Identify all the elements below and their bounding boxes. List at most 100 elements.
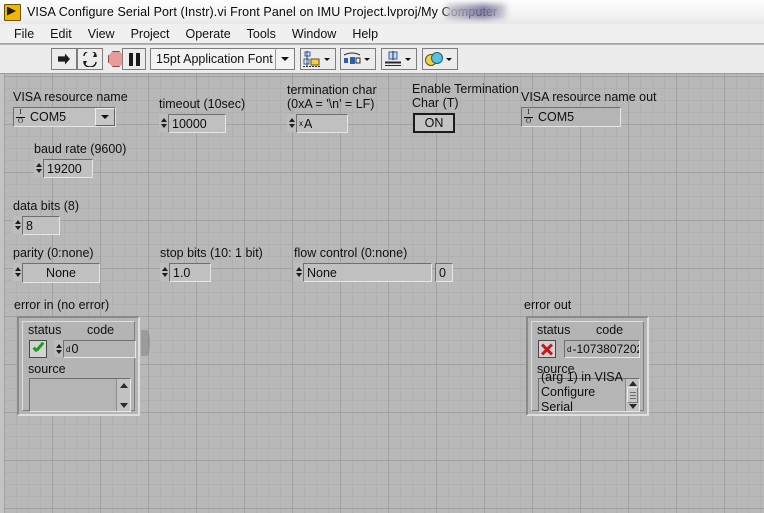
visa-resource-name-control[interactable]: VISA resource name IO COM5: [13, 90, 128, 127]
termination-char-value: A: [304, 116, 313, 131]
timeout-field[interactable]: 10000: [168, 114, 226, 133]
flow-control-field-group[interactable]: None 0: [294, 263, 453, 282]
data-bits-label: data bits (8): [13, 199, 80, 213]
flow-control-control[interactable]: flow control (0:none) None 0: [294, 246, 453, 282]
parity-spinner[interactable]: [13, 263, 22, 281]
flow-control-ring-field[interactable]: None: [303, 263, 432, 282]
chevron-down-icon: [101, 115, 109, 119]
error-out-code-value: -1073807202: [572, 342, 639, 356]
menu-item-file[interactable]: File: [6, 26, 42, 42]
flow-control-numeric-field[interactable]: 0: [435, 263, 453, 282]
resize-objects-button[interactable]: [381, 48, 417, 70]
error-in-cluster[interactable]: error in (no error): [14, 298, 109, 312]
baud-rate-label: baud rate (9600): [34, 142, 127, 156]
menu-item-project[interactable]: Project: [123, 26, 178, 42]
baud-rate-field[interactable]: 19200: [43, 159, 93, 178]
termination-char-label-line2: (0xA = '\n' = LF): [287, 97, 375, 111]
error-in-source-scrollbar[interactable]: [116, 379, 130, 411]
pause-button[interactable]: [122, 48, 146, 70]
visa-io-icon: IO: [16, 108, 25, 125]
toolbar: 15pt Application Font: [0, 45, 764, 74]
enable-termination-char-control[interactable]: Enable Termination Char (T) ON: [412, 82, 519, 133]
termination-char-spinner[interactable]: [287, 114, 296, 132]
termination-char-radix: x: [299, 119, 303, 128]
visa-resource-name-dropdown-button[interactable]: [95, 108, 115, 126]
menu-item-view[interactable]: View: [80, 26, 123, 42]
error-in-label: error in (no error): [14, 298, 110, 312]
scroll-up-icon[interactable]: [626, 379, 639, 388]
error-in-status-label: status: [28, 323, 62, 337]
visa-resource-name-value: COM5: [30, 110, 67, 124]
menu-item-help[interactable]: Help: [344, 26, 386, 42]
baud-rate-value: 19200: [47, 161, 82, 176]
panel-left-margin: [0, 74, 4, 513]
chevron-down-icon: [405, 57, 411, 61]
error-in-code-spinner[interactable]: [54, 340, 63, 357]
parity-field-group[interactable]: None: [13, 263, 100, 283]
data-bits-field-group[interactable]: 8: [13, 216, 79, 235]
termination-char-field-group[interactable]: x A: [287, 114, 377, 133]
termination-char-label-line1: termination char: [287, 83, 377, 97]
error-out-source-box[interactable]: (arg 1) in VISA Configure Serial Port (I…: [538, 370, 640, 412]
error-in-status-led[interactable]: [29, 340, 47, 358]
error-out-code-label: code: [596, 323, 624, 337]
visa-resource-name-field[interactable]: IO COM5: [13, 107, 116, 127]
scroll-down-icon[interactable]: [117, 399, 130, 411]
data-bits-value: 8: [26, 218, 33, 233]
menu-item-operate[interactable]: Operate: [177, 26, 238, 42]
termination-char-field[interactable]: x A: [296, 114, 348, 133]
chevron-down-icon: [281, 57, 289, 61]
scroll-up-icon[interactable]: [117, 379, 130, 391]
error-in-code-radix: d: [66, 344, 71, 354]
enable-termination-char-button[interactable]: ON: [413, 113, 455, 133]
reorder-button[interactable]: [422, 48, 458, 70]
data-bits-spinner[interactable]: [13, 216, 22, 234]
error-out-source-value: (arg 1) in VISA Configure Serial Port (I…: [541, 370, 623, 411]
menu-item-window[interactable]: Window: [284, 26, 344, 42]
stop-bits-control[interactable]: stop bits (10: 1 bit) 1.0: [160, 246, 263, 282]
error-in-code-field-group[interactable]: d 0: [54, 340, 136, 358]
enable-termination-char-label-line2: Char (T): [412, 96, 459, 110]
baud-rate-field-group[interactable]: 19200: [34, 159, 126, 178]
error-in-code-value: 0: [71, 342, 79, 356]
titlebar-obscured-region: [446, 4, 506, 19]
error-in-cluster-shadow: [141, 330, 150, 356]
error-in-source-value: [30, 379, 116, 411]
flow-control-numeric-value: 0: [439, 265, 446, 280]
error-out-cluster-frame: status code d -1073807202 source (arg 1)…: [526, 316, 649, 416]
parity-value: None: [46, 266, 76, 280]
timeout-spinner[interactable]: [159, 114, 168, 132]
data-bits-control[interactable]: data bits (8) 8: [13, 199, 79, 235]
error-in-source-box[interactable]: [29, 378, 131, 412]
error-out-code-radix: d: [567, 344, 572, 354]
parity-field[interactable]: None: [22, 263, 100, 283]
visa-resource-name-out-field: IO COM5: [521, 107, 621, 127]
run-continuously-button[interactable]: [77, 48, 103, 70]
baud-rate-control[interactable]: baud rate (9600) 19200: [34, 142, 126, 178]
font-selector-value: 15pt Application Font: [156, 52, 273, 66]
baud-rate-spinner[interactable]: [34, 159, 43, 177]
stop-bits-spinner[interactable]: [160, 263, 169, 281]
flow-control-spinner[interactable]: [294, 263, 303, 281]
menu-item-edit[interactable]: Edit: [42, 26, 80, 42]
data-bits-field[interactable]: 8: [22, 216, 60, 235]
run-arrow-icon: [58, 53, 70, 65]
align-objects-button[interactable]: [300, 48, 336, 70]
stop-bits-field-group[interactable]: 1.0: [160, 263, 263, 282]
error-out-source-scrollbar[interactable]: [625, 379, 639, 412]
menu-item-tools[interactable]: Tools: [239, 26, 284, 42]
error-in-cluster-frame[interactable]: status code d 0 source: [17, 316, 140, 416]
scroll-down-icon[interactable]: [626, 402, 639, 412]
timeout-control[interactable]: timeout (10sec) 10000: [159, 97, 245, 133]
font-selector[interactable]: 15pt Application Font: [150, 48, 295, 70]
align-objects-icon: [303, 50, 321, 67]
run-button[interactable]: [51, 48, 77, 70]
distribute-objects-button[interactable]: [340, 48, 376, 70]
timeout-field-group[interactable]: 10000: [159, 114, 245, 133]
termination-char-control[interactable]: termination char (0xA = '\n' = LF) x A: [287, 83, 377, 133]
scrollbar-thumb[interactable]: [627, 387, 638, 403]
front-panel-canvas[interactable]: VISA resource name IO COM5 timeout (10se…: [0, 74, 764, 513]
error-in-code-field[interactable]: d 0: [63, 340, 136, 358]
parity-control[interactable]: parity (0:none) None: [13, 246, 100, 283]
stop-bits-field[interactable]: 1.0: [169, 263, 211, 282]
